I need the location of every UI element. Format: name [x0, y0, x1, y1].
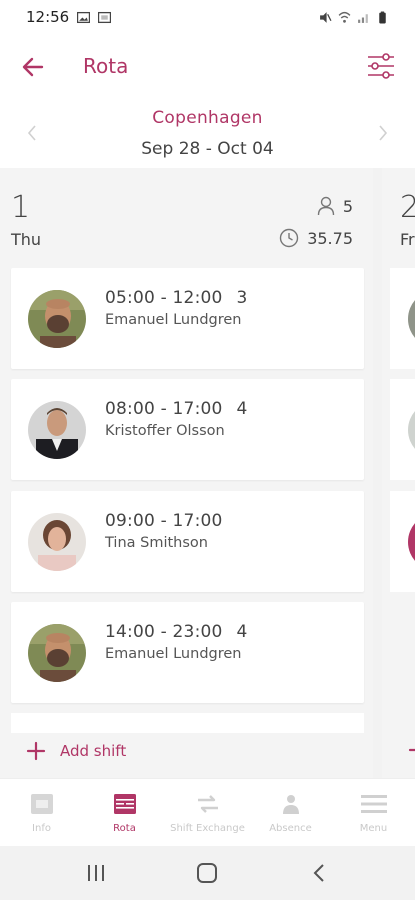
avatar: [28, 290, 86, 348]
calendar-icon: [113, 794, 136, 814]
avatar: [408, 401, 415, 459]
nav-absence[interactable]: Absence: [249, 779, 332, 846]
system-navigation: [0, 846, 415, 900]
plus-icon: [408, 748, 415, 752]
mute-icon: [320, 11, 332, 23]
location-name[interactable]: Copenhagen: [0, 108, 415, 128]
menu-icon: [360, 795, 387, 813]
nav-label: Rota: [113, 823, 136, 834]
nav-menu[interactable]: Menu: [332, 779, 415, 846]
avatar: [408, 513, 415, 571]
employee-name: Tina Smithson: [105, 535, 208, 551]
nav-rota[interactable]: Rota: [83, 779, 166, 846]
shift-time: 08:00 - 17:00 4: [105, 399, 248, 419]
avatar: [28, 401, 86, 459]
battery-icon: [379, 11, 386, 23]
wifi-icon: [338, 11, 351, 23]
app-notification-icon: [98, 11, 112, 23]
nav-label: Info: [32, 823, 51, 834]
info-icon: [30, 794, 53, 814]
shift-card-partial[interactable]: [11, 713, 364, 733]
next-shift-card[interactable]: [390, 268, 415, 369]
next-shift-card[interactable]: [390, 379, 415, 480]
nav-shift-exchange[interactable]: Shift Exchange: [166, 779, 249, 846]
nav-label: Shift Exchange: [170, 823, 245, 834]
shift-time-value: 14:00 - 23:00: [105, 622, 223, 642]
avatar: [28, 513, 86, 571]
app-bar: Rota: [0, 34, 415, 98]
back-arrow-icon: [22, 57, 44, 77]
hours-value: 35.75: [307, 228, 353, 248]
status-bar: 12:56: [0, 0, 415, 34]
rota-content[interactable]: 1 Thu 5 35.75 05:00 - 12:00 3 Emanuel Lun…: [0, 168, 415, 778]
nav-label: Menu: [359, 823, 388, 834]
day-column: 1 Thu 5 35.75 05:00 - 12:00 3 Emanuel Lun…: [0, 168, 373, 778]
system-back-button[interactable]: [299, 853, 339, 893]
shift-card[interactable]: 14:00 - 23:00 4 Emanuel Lundgren: [11, 602, 364, 703]
absence-icon: [282, 795, 299, 814]
add-shift-label: Add shift: [60, 742, 127, 760]
signal-icon: [358, 13, 368, 23]
shift-time: 05:00 - 12:00 3: [105, 288, 248, 308]
next-shift-card[interactable]: [390, 491, 415, 592]
filter-button[interactable]: [365, 50, 397, 82]
shift-time-value: 09:00 - 17:00: [105, 511, 223, 531]
employee-name: Emanuel Lundgren: [105, 646, 242, 662]
filter-sliders-icon: [368, 53, 394, 79]
day-number: 1: [11, 190, 31, 225]
week-selector: Copenhagen Sep 28 - Oct 04: [0, 100, 415, 166]
chevron-left-icon: [313, 864, 324, 882]
shift-card[interactable]: 05:00 - 12:00 3 Emanuel Lundgren: [11, 268, 364, 369]
shift-badge: 4: [236, 622, 248, 642]
date-range: Sep 28 - Oct 04: [141, 139, 274, 159]
shift-card[interactable]: 08:00 - 17:00 4 Kristoffer Olsson: [11, 379, 364, 480]
nav-label: Absence: [269, 823, 312, 834]
recent-apps-icon: [87, 865, 104, 881]
employee-name: Kristoffer Olsson: [105, 423, 225, 439]
shift-time: 14:00 - 23:00 4: [105, 622, 248, 642]
day-name: Thu: [11, 230, 42, 249]
page-title: Rota: [83, 54, 129, 78]
hours-total: 35.75: [279, 228, 353, 248]
shift-time-value: 05:00 - 12:00: [105, 288, 223, 308]
avatar: [28, 624, 86, 682]
shift-badge: 3: [236, 288, 248, 308]
avatar: [408, 290, 415, 348]
add-shift-button[interactable]: Add shift: [26, 741, 126, 761]
employee-name: Emanuel Lundgren: [105, 312, 242, 328]
shift-time: 09:00 - 17:00: [105, 511, 237, 531]
bottom-navigation: Info Rota Shift Exchange Absence Menu: [0, 778, 415, 846]
people-count: 5: [317, 196, 353, 216]
status-time: 12:56: [26, 8, 70, 26]
home-icon: [197, 863, 218, 883]
home-button[interactable]: [187, 853, 227, 893]
chevron-right-icon: [379, 125, 388, 141]
shift-badge: 4: [236, 399, 248, 419]
person-icon: [317, 196, 335, 216]
shift-time-value: 08:00 - 17:00: [105, 399, 223, 419]
shift-card[interactable]: 09:00 - 17:00 Tina Smithson: [11, 491, 364, 592]
image-notification-icon: [77, 11, 91, 23]
plus-icon: [26, 741, 46, 761]
back-button[interactable]: [18, 52, 48, 82]
recent-apps-button[interactable]: [76, 853, 116, 893]
next-week-button[interactable]: [371, 120, 395, 146]
next-day-number: 2: [400, 190, 415, 225]
next-day-name: Fr: [400, 230, 415, 249]
next-day-column: 2 Fr: [382, 168, 415, 778]
next-add-shift-button[interactable]: [408, 740, 415, 765]
clock-icon: [279, 228, 299, 248]
people-count-value: 5: [342, 196, 353, 216]
exchange-icon: [197, 795, 218, 813]
nav-info[interactable]: Info: [0, 779, 83, 846]
